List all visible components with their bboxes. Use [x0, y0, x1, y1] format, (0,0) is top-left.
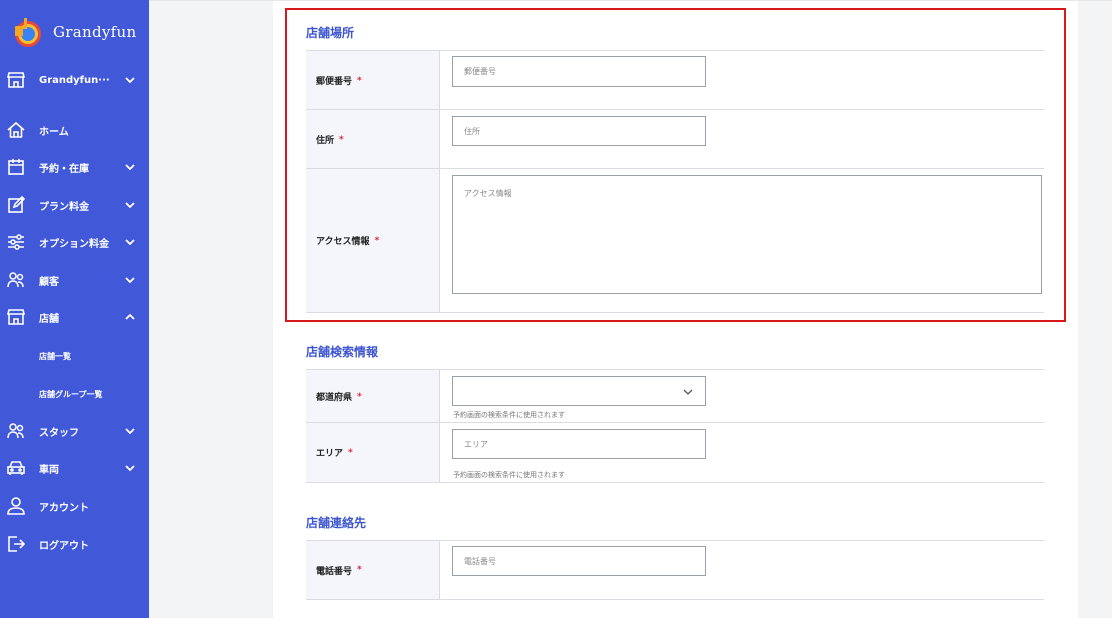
phone-input[interactable]: 電話番号 [452, 546, 706, 576]
section-title-search: 店舗検索情報 [306, 345, 379, 359]
chevron-down-icon [125, 77, 135, 84]
sidebar-subitem-store-groups[interactable]: 店舗グループ一覧 [39, 389, 103, 400]
sidebar-item-label: スタッフ [39, 427, 79, 439]
sidebar-item-reservation[interactable]: 予約・在庫 [0, 152, 149, 182]
label-text: 電話番号 [316, 566, 353, 577]
sidebar-item-stores[interactable]: 店舗 [0, 302, 149, 332]
sidebar-item-customers[interactable]: 顧客 [0, 265, 149, 295]
label-text: 都道府県 [316, 393, 353, 403]
sidebar-item-home[interactable]: ホーム [0, 115, 149, 145]
users-icon [6, 421, 26, 441]
sidebar-item-label: 店舗 [39, 313, 59, 325]
user-icon [6, 496, 26, 516]
sidebar: Grandyfun Grandyfun··· ホーム 予約・在庫 プラン料金 オ… [0, 0, 149, 618]
sidebar-item-label: ログアウト [39, 540, 89, 552]
sidebar-item-vehicles[interactable]: 車両 [0, 453, 149, 483]
store-icon [6, 70, 26, 90]
logout-icon [6, 534, 26, 554]
sidebar-item-label: 顧客 [39, 276, 59, 288]
sidebar-item-label: プラン料金 [39, 201, 89, 213]
sliders-icon [6, 232, 26, 252]
sidebar-subitem-store-list[interactable]: 店舗一覧 [39, 351, 71, 362]
label-text: エリア [316, 449, 344, 459]
sidebar-item-label: ホーム [39, 126, 69, 138]
sidebar-item-account[interactable]: アカウント [0, 491, 149, 521]
highlight-box [285, 8, 1066, 322]
home-icon [6, 120, 26, 140]
users-icon [6, 270, 26, 290]
sidebar-item-option-price[interactable]: オプション料金 [0, 227, 149, 257]
chevron-down-icon [125, 202, 135, 209]
required-mark: * [348, 447, 353, 458]
chevron-down-icon [125, 465, 135, 472]
sidebar-item-label: オプション料金 [39, 238, 109, 250]
sidebar-item-label: 予約・在庫 [39, 163, 89, 175]
chevron-down-icon [125, 428, 135, 435]
chevron-down-icon [125, 239, 135, 246]
store-icon [6, 307, 26, 327]
sidebar-item-logout[interactable]: ログアウト [0, 529, 149, 559]
chevron-up-icon [125, 313, 135, 320]
required-mark: * [357, 391, 362, 402]
field-label-prefecture: 都道府県 * [306, 370, 440, 423]
area-help-text: 予約画面の検索条件に使用されます [453, 471, 565, 479]
sidebar-item-label: アカウント [39, 502, 89, 514]
sidebar-item-staff[interactable]: スタッフ [0, 416, 149, 446]
required-mark: * [357, 565, 362, 575]
sidebar-item-plan-price[interactable]: プラン料金 [0, 190, 149, 220]
store-selector-label: Grandyfun··· [39, 74, 110, 86]
field-label-area: エリア * [306, 423, 440, 482]
grandyfun-logo-icon [11, 16, 43, 48]
sidebar-item-label: 車両 [39, 464, 59, 476]
top-divider [149, 0, 1112, 1]
chevron-down-icon [683, 389, 693, 395]
prefecture-select[interactable] [452, 376, 706, 406]
calendar-icon [6, 157, 26, 177]
field-label-phone: 電話番号 * [306, 541, 440, 599]
area-input[interactable]: エリア [452, 429, 706, 459]
chevron-down-icon [125, 164, 135, 171]
section-title-contact: 店舗連絡先 [306, 516, 367, 530]
car-icon [6, 458, 26, 478]
store-selector[interactable]: Grandyfun··· [0, 65, 149, 95]
prefecture-help-text: 予約画面の検索条件に使用されます [453, 411, 565, 419]
edit-icon [6, 195, 26, 215]
chevron-down-icon [125, 277, 135, 284]
brand-name: Grandyfun [53, 23, 137, 41]
brand[interactable]: Grandyfun [11, 14, 136, 50]
